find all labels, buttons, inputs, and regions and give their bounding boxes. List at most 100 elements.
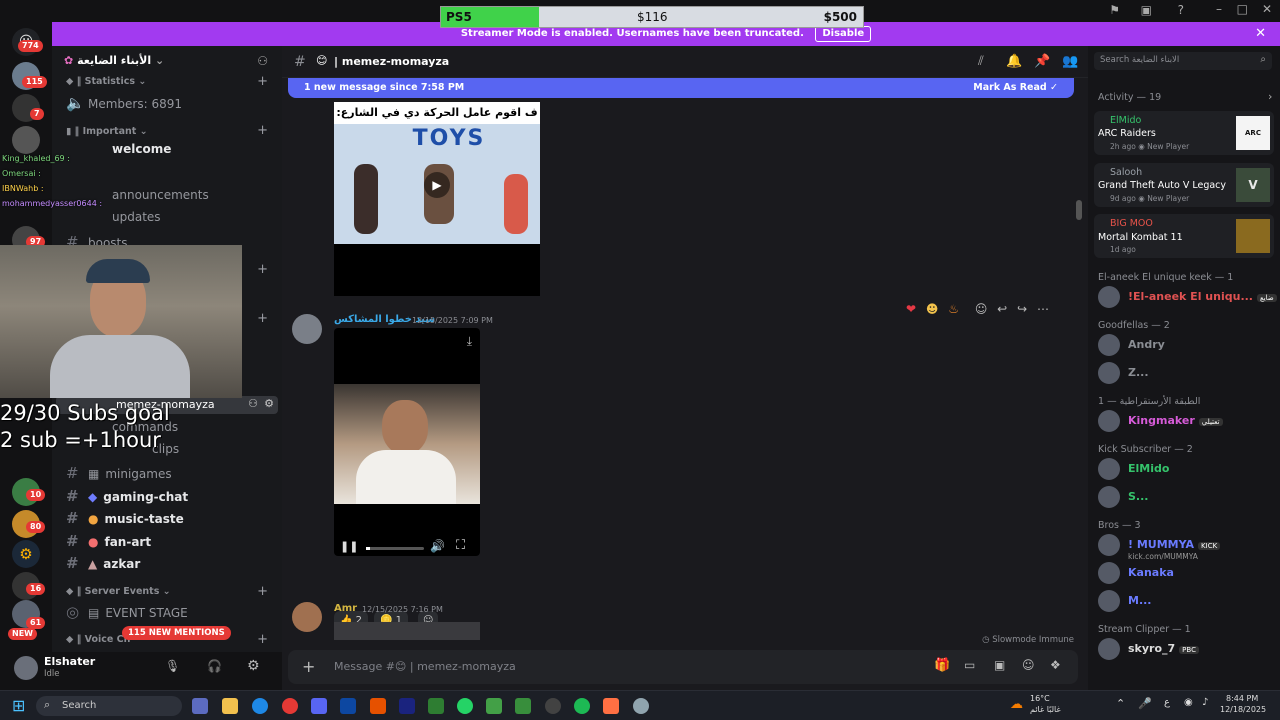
weather-temp[interactable]: 16°C (1030, 694, 1050, 703)
bell-icon[interactable]: 🔔 (1006, 54, 1022, 69)
spotify-icon[interactable] (574, 698, 590, 714)
volume-tray-icon[interactable]: ♪ (1202, 697, 1208, 708)
category-statistics[interactable]: ◆ ‖ Statistics ⌄ (66, 76, 146, 87)
edge-icon[interactable] (252, 698, 268, 714)
new-messages-bar[interactable]: 1 new message since 7:58 PM Mark As Read… (288, 78, 1074, 98)
activity-card[interactable]: BIG MOO Mortal Kombat 11 1d ago (1094, 214, 1274, 258)
gear-icon[interactable]: ⚙ (264, 397, 274, 410)
add-channel-icon[interactable]: + (257, 311, 268, 326)
laugh-reaction-icon[interactable]: ☻ (926, 302, 939, 316)
member-row[interactable]: skyro_7 PBC (1098, 638, 1199, 660)
settings-icon[interactable] (633, 698, 649, 714)
file-explorer-icon[interactable] (222, 698, 238, 714)
server-icon[interactable] (12, 126, 40, 154)
gif-icon[interactable]: ▭ (964, 658, 975, 672)
search-box[interactable]: Search الابناء الضايعة ⌕ (1094, 52, 1272, 70)
apps-icon[interactable]: ❖ (1050, 658, 1061, 672)
sticker-icon[interactable]: ▣ (994, 658, 1005, 672)
minecraft-icon[interactable] (486, 698, 502, 714)
channel-updates[interactable]: updates (112, 210, 161, 224)
category-voice[interactable]: ◆ ‖ Voice Ch (66, 634, 130, 645)
steam-server-icon[interactable]: ⚙ (12, 540, 40, 568)
attachment-preview[interactable] (334, 622, 480, 640)
windows-start-icon[interactable]: ⊞ (12, 696, 25, 715)
heart-reaction-icon[interactable]: ❤ (906, 302, 916, 316)
help-icon[interactable]: ? (1178, 3, 1184, 17)
threads-icon[interactable]: ⫽ (978, 54, 984, 69)
chrome-icon[interactable] (282, 698, 298, 714)
add-channel-icon[interactable]: + (257, 123, 268, 138)
discord-icon[interactable] (311, 698, 327, 714)
disable-streamer-button[interactable]: Disable (815, 26, 872, 42)
fire-reaction-icon[interactable]: ♨ (948, 302, 959, 316)
channel-azkar[interactable]: # ▲ azkar (66, 554, 140, 572)
video-player[interactable]: ⤓ ❚❚ 🔊 ⛶ (334, 328, 480, 556)
network-icon[interactable]: ◉ (1184, 697, 1193, 708)
avatar[interactable] (292, 602, 322, 632)
brave-icon[interactable] (370, 698, 386, 714)
more-icon[interactable]: ⋯ (1037, 302, 1049, 316)
premiere-icon[interactable] (399, 698, 415, 714)
task-view-icon[interactable] (192, 698, 208, 714)
channel-minigames[interactable]: # ▦ minigames (66, 464, 172, 482)
add-channel-icon[interactable]: + (257, 262, 268, 277)
settings-gear-icon[interactable]: ⚙ (247, 658, 260, 674)
member-row[interactable]: Kanaka (1098, 562, 1174, 584)
close-icon[interactable]: ✕ (1255, 22, 1266, 46)
clock-time[interactable]: 8:44 PM (1226, 694, 1258, 703)
obs-icon[interactable] (545, 698, 561, 714)
minimize-icon[interactable]: – (1216, 2, 1222, 16)
member-row[interactable]: Andry (1098, 334, 1165, 356)
clock-date[interactable]: 12/18/2025 (1220, 705, 1266, 714)
meme-image[interactable]: ف اقوم عامل الحركة دي في الشارع: TOYS ▶ (334, 102, 540, 296)
member-list-icon[interactable]: 👥 (1062, 54, 1078, 69)
photoshop-icon[interactable] (340, 698, 356, 714)
scrollbar-thumb[interactable] (1076, 200, 1082, 220)
screen-share-icon[interactable]: ▣ (1141, 3, 1152, 17)
member-row[interactable]: M... (1098, 590, 1151, 612)
members-count-channel[interactable]: 🔈 Members: 6891 (66, 94, 182, 112)
video-seek-bar[interactable] (366, 547, 424, 550)
download-icon[interactable]: ⤓ (467, 334, 472, 349)
language-indicator[interactable]: ع (1164, 697, 1170, 708)
emoji-icon[interactable]: ☺ (1022, 658, 1035, 672)
add-channel-icon[interactable]: + (257, 584, 268, 599)
add-reaction-icon[interactable]: ☺ (975, 302, 988, 316)
member-row[interactable]: ! MUMMYA KICK kick.com/MUMMYA (1098, 534, 1221, 561)
invite-icon[interactable]: ⚇ (257, 54, 268, 68)
message-input[interactable]: Message #😊 | memez-momayza (334, 660, 516, 673)
channel-fan-art[interactable]: # ● fan-art (66, 532, 151, 550)
close-window-icon[interactable]: ✕ (1262, 2, 1272, 16)
taskbar-search[interactable]: ⌕ Search (36, 696, 182, 716)
chevron-right-icon[interactable]: › (1268, 90, 1272, 103)
member-row[interactable]: Kingmaker تعتيلي (1098, 410, 1223, 432)
activity-card[interactable]: ElMido ARC Raiders 2h ago ◉ New Player A… (1094, 111, 1274, 155)
add-channel-icon[interactable]: + (257, 74, 268, 89)
channel-gaming-chat[interactable]: # ◆ gaming-chat (66, 487, 188, 505)
channel-welcome[interactable]: welcome (112, 142, 171, 156)
pin-icon[interactable]: 📌 (1034, 54, 1050, 69)
pause-icon[interactable]: ❚❚ (340, 540, 358, 553)
member-row[interactable]: S... (1098, 486, 1148, 508)
member-row[interactable]: !El-aneek El uniqu... ضايع (1098, 286, 1277, 308)
headphones-icon[interactable]: 🎧 (207, 659, 222, 673)
kick-icon[interactable] (428, 698, 444, 714)
excel-icon[interactable] (515, 698, 531, 714)
invite-icon[interactable]: ⚇ (248, 397, 258, 410)
activity-card[interactable]: Salooh Grand Theft Auto V Legacy 9d ago … (1094, 163, 1274, 207)
play-icon[interactable]: ▶ (424, 172, 450, 198)
channel-music-taste[interactable]: # ● music-taste (66, 509, 184, 527)
member-row[interactable]: Z... (1098, 362, 1149, 384)
inbox-icon[interactable]: ⚑ (1109, 3, 1120, 17)
avatar[interactable] (14, 656, 38, 680)
member-row[interactable]: ElMido (1098, 458, 1169, 480)
microphone-icon[interactable]: 🎙 (165, 659, 180, 673)
mark-as-read-button[interactable]: Mark As Read ✓ (973, 78, 1058, 98)
maximize-icon[interactable]: □ (1237, 2, 1248, 16)
attach-plus-icon[interactable]: + (302, 657, 315, 676)
category-server-events[interactable]: ◆ ‖ Server Events ⌄ (66, 586, 171, 597)
avatar[interactable] (292, 314, 322, 344)
fullscreen-icon[interactable]: ⛶ (456, 538, 465, 553)
channel-event-stage[interactable]: ◎ ▤ EVENT STAGE (66, 603, 188, 621)
category-important[interactable]: ▮ ‖ Important ⌄ (66, 126, 148, 137)
